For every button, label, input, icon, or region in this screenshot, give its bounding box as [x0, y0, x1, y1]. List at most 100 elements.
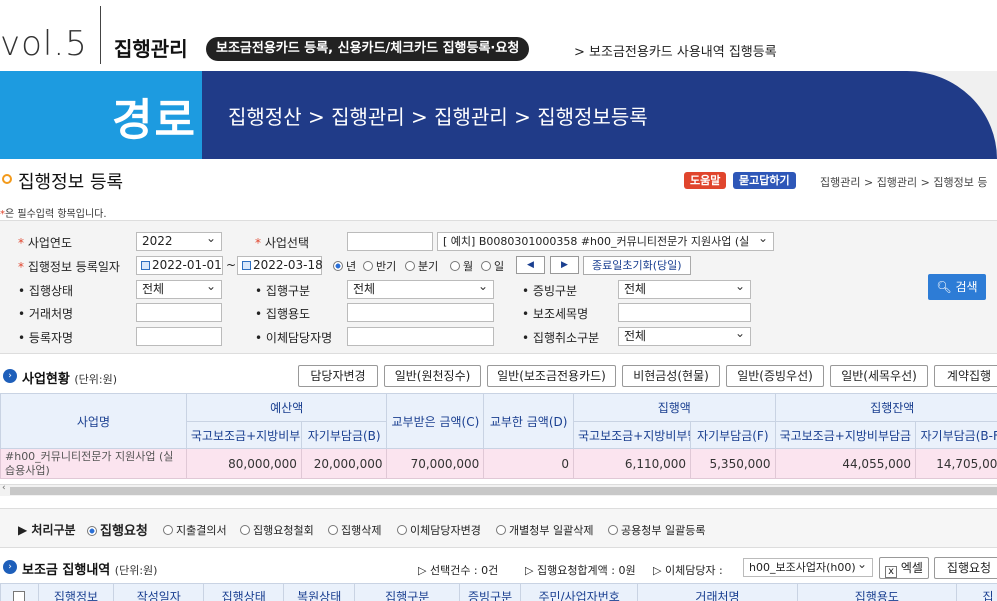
cancel-select[interactable]: 전체 — [618, 327, 751, 346]
search-icon: 🔍︎ — [936, 280, 956, 294]
col-exec-nat: 국고보조금+지방비부담 — [572, 421, 691, 449]
year-label: * 사업연도 — [18, 236, 72, 250]
transfer-label: • 이체담당자명 — [255, 331, 333, 345]
title-bullet-icon — [2, 174, 12, 184]
period-quarter-radio[interactable]: 분기 — [405, 258, 438, 274]
help-button[interactable]: 도움말 — [684, 172, 727, 189]
section-title: 집행관리 — [114, 37, 188, 61]
col-vendor: 거래처명 — [637, 583, 798, 601]
col-kind: 집행구분 — [354, 583, 461, 601]
next-period-button[interactable]: ▶ — [550, 256, 579, 274]
qna-button[interactable]: 묻고답하기 — [733, 172, 796, 189]
col-given: 교부한 금액(D) — [483, 393, 574, 449]
transfer-manager-select[interactable]: h00_보조사업자(h00) — [743, 558, 873, 577]
kind-select[interactable]: 전체 — [347, 280, 494, 299]
process-label: ▶ 처리구분 — [18, 523, 76, 537]
col-remain: 집행잔액 — [774, 393, 997, 422]
period-day-radio[interactable]: 일 — [481, 258, 504, 274]
excel-icon: x — [885, 566, 898, 578]
vendor-input[interactable] — [136, 303, 222, 322]
col-remain-nat: 국고보조금+지방비부담금 — [774, 421, 917, 449]
col-name: 사업명 — [0, 393, 187, 449]
biz-status-title: 사업현황 (단위:원) — [22, 372, 118, 387]
selected-count: ▷ 선택건수 : 0건 — [418, 564, 499, 577]
transfer-manager-label: ▷ 이체담당자 : — [653, 564, 723, 577]
page-title: 집행정보 등록 — [18, 172, 124, 193]
date-tilde: ~ — [226, 258, 237, 272]
state-label: • 집행상태 — [18, 284, 74, 298]
cell-given: 0 — [483, 448, 574, 479]
regname-input[interactable] — [136, 327, 222, 346]
proc-bulk-register-radio[interactable]: 공용청부 일괄등록 — [608, 522, 705, 538]
cell-remain-nat: 44,055,000 — [774, 448, 917, 479]
regdate-label: * 집행정보 등록일자 — [18, 260, 120, 274]
evidence-first-button[interactable]: 일반(증빙우선) — [726, 365, 824, 387]
proc-transfer-radio[interactable]: 이체담당자변경 — [397, 522, 481, 538]
col-state: 집행상태 — [203, 583, 285, 601]
request-sum: ▷ 집행요청합계액 : 0원 — [525, 564, 636, 577]
route-path: 집행정산 > 집행관리 > 집행관리 > 집행정보등록 — [228, 105, 648, 129]
card-button[interactable]: 일반(보조금전용카드) — [487, 365, 616, 387]
proc-request-radio[interactable]: 집행요청 — [87, 520, 148, 539]
usage-label: • 집행용도 — [255, 307, 311, 321]
col-date: 작성일자 — [113, 583, 205, 601]
detail-input[interactable] — [618, 303, 751, 322]
prev-period-button[interactable]: ◀ — [516, 256, 545, 274]
transfer-input[interactable] — [347, 327, 494, 346]
kind-label: • 집행구분 — [255, 284, 311, 298]
calendar-icon — [141, 261, 150, 270]
biz-select[interactable]: [ 예치] B0080301000358 #h00_커뮤니티전문가 지원사업 (… — [437, 232, 774, 251]
col-budget-nat: 국고보조금+지방비부담 — [185, 421, 302, 449]
excel-button[interactable]: x 엑셀 — [879, 557, 929, 579]
proc-delete-radio[interactable]: 집행삭제 — [328, 522, 381, 538]
cell-received: 70,000,000 — [386, 448, 485, 479]
regname-label: • 등록자명 — [18, 331, 74, 345]
usage-input[interactable] — [347, 303, 494, 322]
select-all-checkbox[interactable] — [13, 590, 26, 601]
vendor-label: • 거래처명 — [18, 307, 74, 321]
proc-withdraw-radio[interactable]: 집행요청철회 — [240, 522, 314, 538]
cell-name: #h00_커뮤니티전문가 지원사업 (실습용사업) — [0, 448, 187, 479]
period-month-radio[interactable]: 월 — [450, 258, 473, 274]
exec-request-button[interactable]: 집행요청 — [934, 557, 997, 579]
year-select[interactable]: 2022 — [136, 232, 222, 251]
proc-bulk-delete-radio[interactable]: 개별청부 일괄삭제 — [496, 522, 593, 538]
biz-status-table: 사업명 예산액 교부받은 금액(C) 교부한 금액(D) 집행액 집행잔액 국고… — [0, 393, 997, 479]
required-note: *은 필수입력 항목입니다. — [0, 205, 107, 220]
scrollbar-thumb[interactable] — [10, 487, 997, 495]
period-half-radio[interactable]: 반기 — [363, 258, 396, 274]
withholding-button[interactable]: 일반(원천징수) — [384, 365, 481, 387]
col-budget-self: 자기부담금(B) — [300, 421, 388, 449]
divider — [100, 6, 101, 64]
biz-code-input[interactable] — [347, 232, 433, 251]
col-select-all[interactable] — [0, 583, 39, 601]
exec-list-title: 보조금 집행내역 (단위:원) — [22, 563, 158, 578]
section-arrow-icon: › — [3, 369, 17, 383]
col-usage: 집행용도 — [796, 583, 958, 601]
biz-label: * 사업선택 — [255, 236, 309, 250]
reset-enddate-button[interactable]: 종료일초기화(당일) — [583, 256, 691, 275]
evid-select[interactable]: 전체 — [618, 280, 751, 299]
col-info: 집행정보 — [37, 583, 115, 601]
item-first-button[interactable]: 일반(세목우선) — [830, 365, 928, 387]
state-select[interactable]: 전체 — [136, 280, 222, 299]
col-idno: 주민/사업자번호 — [519, 583, 639, 601]
topic-pill: 보조금전용카드 등록, 신용카드/체크카드 집행등록·요청 — [206, 37, 530, 61]
proc-resolution-radio[interactable]: 지출결의서 — [163, 522, 227, 538]
table-row[interactable]: #h00_커뮤니티전문가 지원사업 (실습용사업) 80,000,000 20,… — [0, 448, 997, 479]
search-button[interactable]: 🔍︎ 검색 — [928, 274, 986, 300]
cell-exec-nat: 6,110,000 — [572, 448, 691, 479]
period-year-radio[interactable]: 년 — [333, 258, 356, 274]
noncash-button[interactable]: 비현금성(현물) — [622, 365, 720, 387]
col-more: 집 — [956, 583, 997, 601]
calendar-icon — [242, 261, 251, 270]
date-from-field[interactable]: 2022-01-01 — [136, 256, 223, 275]
scroll-left-icon[interactable]: ‹ — [2, 483, 6, 493]
cell-exec-self: 5,350,000 — [689, 448, 776, 479]
date-to-field[interactable]: 2022-03-18 — [237, 256, 323, 275]
manager-change-button[interactable]: 담당자변경 — [298, 365, 378, 387]
col-exec-self: 자기부담금(F) — [689, 421, 776, 449]
horizontal-scrollbar[interactable]: ‹ — [0, 483, 997, 496]
cell-remain-self: 14,705,000 — [915, 448, 997, 479]
contract-button[interactable]: 계약집행 — [934, 365, 997, 387]
